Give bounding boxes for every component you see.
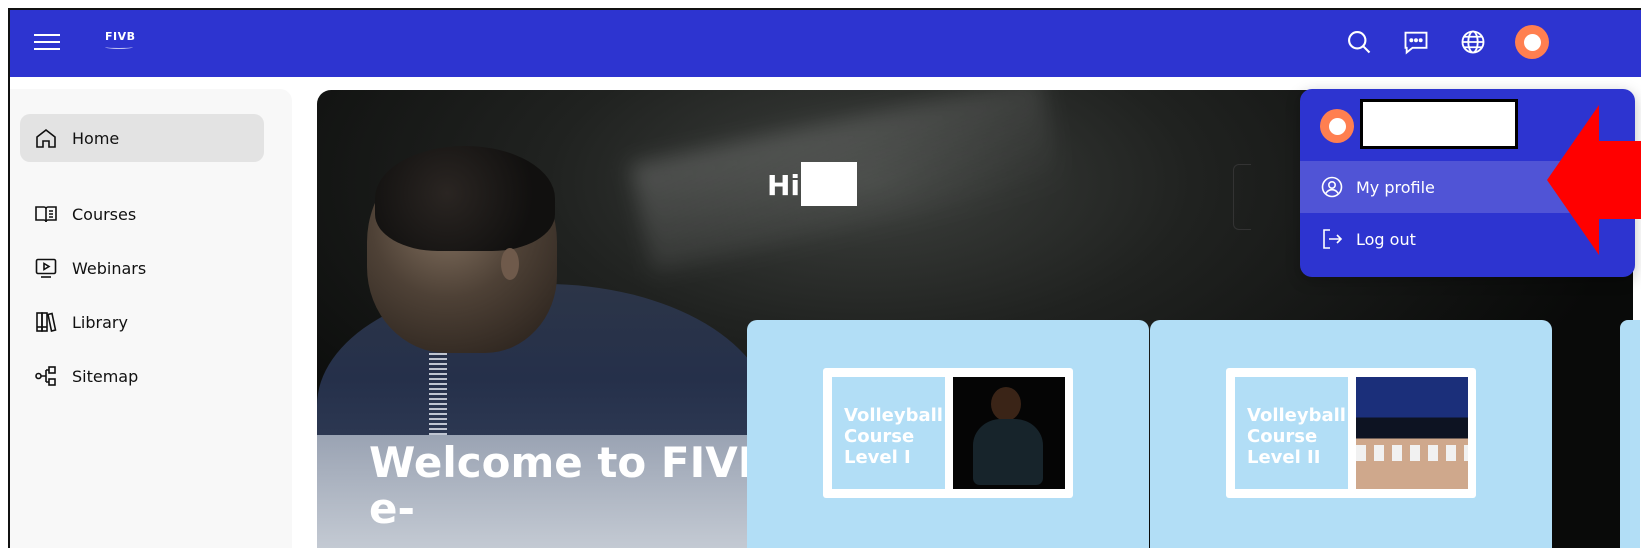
redacted-user-name bbox=[1360, 99, 1518, 149]
sidebar-item-label: Library bbox=[72, 312, 128, 332]
sidebar-item-webinars[interactable]: Webinars bbox=[20, 244, 264, 292]
user-circle-icon bbox=[1321, 176, 1343, 198]
logout-icon bbox=[1323, 229, 1343, 249]
annotation-arrow bbox=[1547, 105, 1641, 255]
course-card-level-1[interactable]: Volleyball Course Level I bbox=[747, 320, 1149, 548]
hamburger-menu-icon[interactable] bbox=[34, 30, 60, 52]
search-box-edge[interactable] bbox=[1233, 164, 1251, 230]
course-title: Volleyball Course Level II bbox=[1235, 377, 1348, 489]
library-icon bbox=[36, 312, 57, 332]
fivb-logo[interactable]: FIVB bbox=[105, 30, 136, 49]
hero-title: Welcome to FIVB e- bbox=[369, 438, 770, 533]
course-title: Volleyball Course Level I bbox=[832, 377, 945, 489]
search-icon[interactable] bbox=[1345, 28, 1373, 56]
sidebar-item-label: Sitemap bbox=[72, 366, 139, 386]
user-avatar-button[interactable] bbox=[1515, 25, 1549, 59]
course-thumbnail: Volleyball Course Level II bbox=[1226, 368, 1476, 498]
menu-item-label: Log out bbox=[1356, 229, 1416, 249]
course-card-level-2[interactable]: Volleyball Course Level II bbox=[1150, 320, 1552, 548]
video-icon bbox=[35, 258, 57, 278]
home-icon bbox=[36, 128, 56, 148]
team-photo bbox=[1356, 377, 1468, 489]
top-bar: FIVB bbox=[10, 10, 1641, 77]
sidebar-item-label: Webinars bbox=[72, 258, 147, 278]
globe-icon[interactable] bbox=[1459, 28, 1487, 56]
chat-icon[interactable] bbox=[1402, 28, 1430, 56]
sidebar-item-label: Courses bbox=[72, 204, 137, 224]
book-icon bbox=[35, 206, 57, 223]
sidebar-item-label: Home bbox=[72, 128, 120, 148]
menu-avatar bbox=[1320, 109, 1354, 143]
sidebar: Home Courses Webinars Library Sitemap bbox=[10, 89, 292, 548]
app-window: FIVB Home Courses Webinars Library Sitem… bbox=[8, 8, 1641, 548]
course-thumbnail: Volleyball Course Level I bbox=[823, 368, 1073, 498]
sidebar-item-courses[interactable]: Courses bbox=[20, 190, 264, 238]
redacted-username bbox=[801, 162, 857, 206]
menu-item-label: My profile bbox=[1356, 177, 1435, 197]
player-photo bbox=[953, 377, 1065, 489]
course-card-partial[interactable] bbox=[1620, 320, 1640, 548]
sidebar-item-home[interactable]: Home bbox=[20, 114, 264, 162]
sidebar-item-sitemap[interactable]: Sitemap bbox=[20, 352, 264, 400]
sidebar-item-library[interactable]: Library bbox=[20, 298, 264, 346]
sitemap-icon bbox=[35, 366, 56, 386]
